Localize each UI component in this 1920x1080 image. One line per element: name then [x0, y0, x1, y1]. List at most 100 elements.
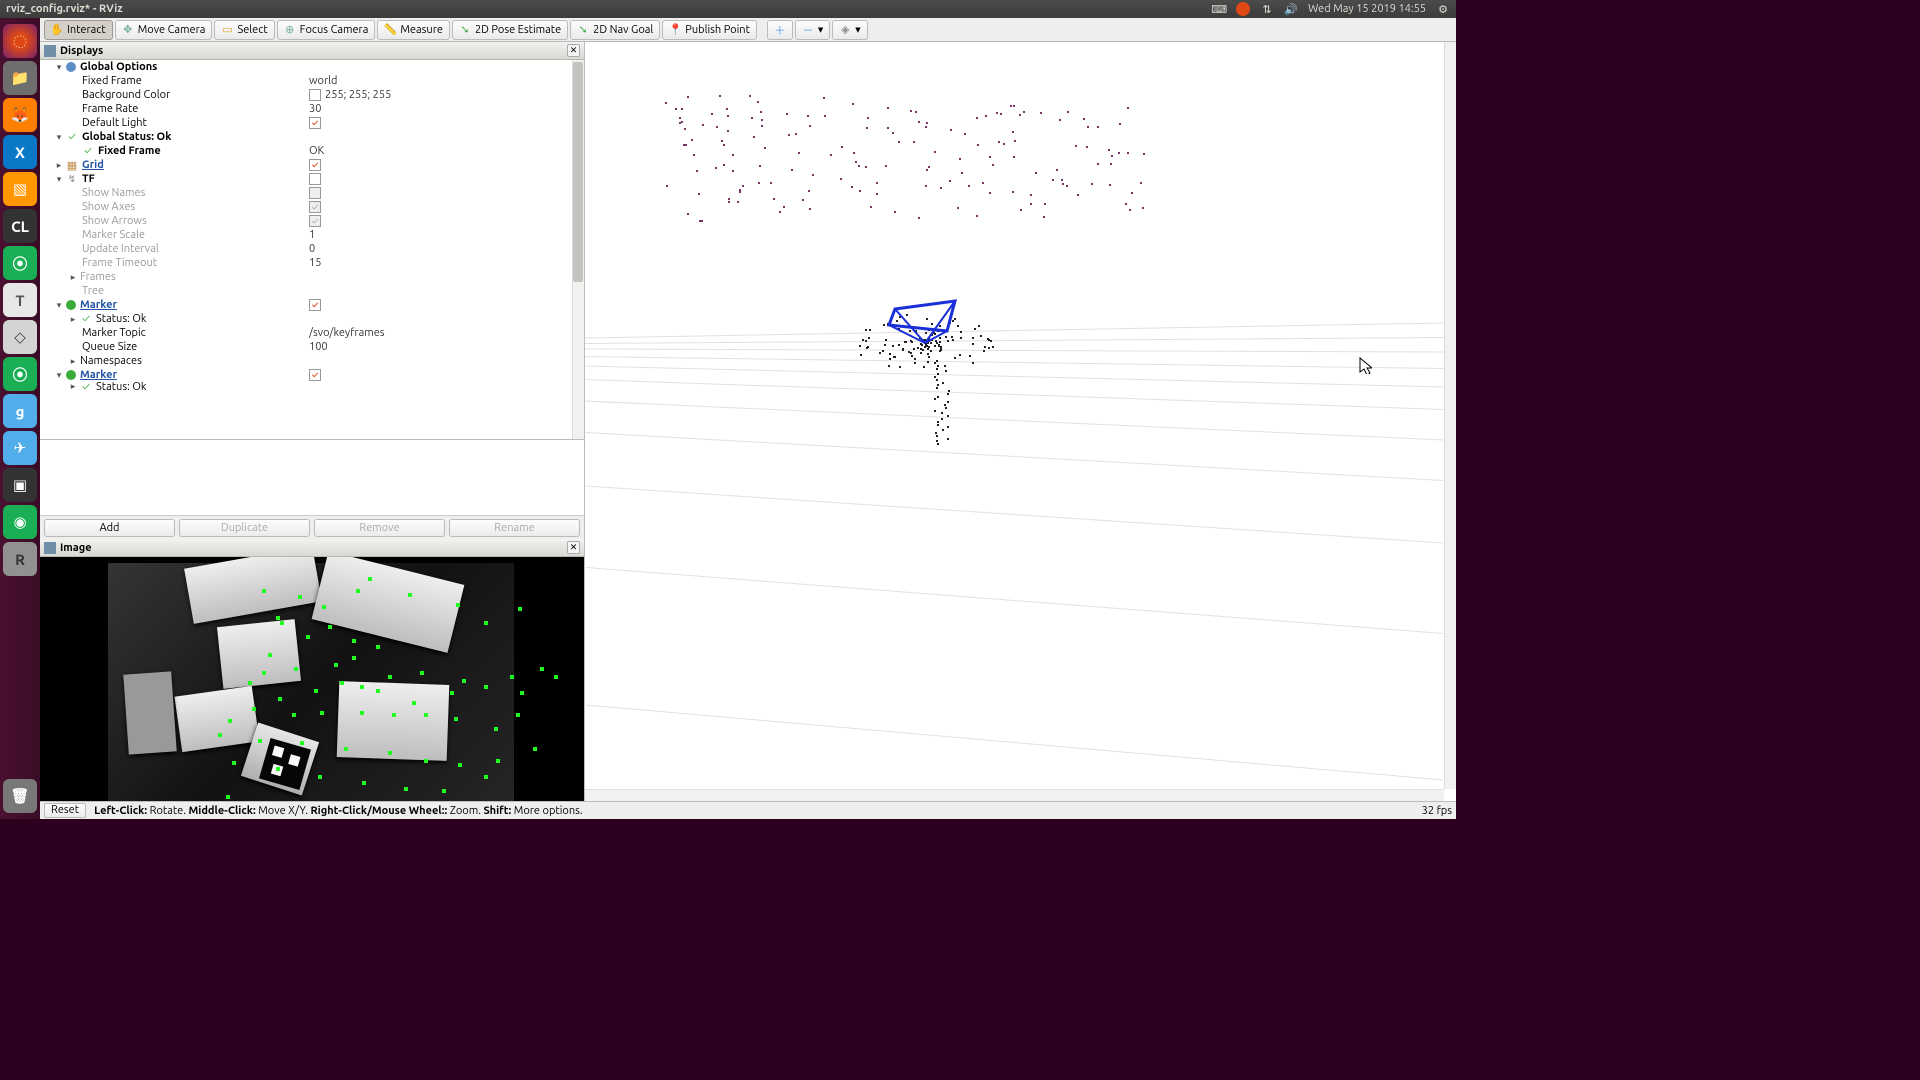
grid-line — [585, 356, 1444, 369]
scrollbar-thumb[interactable] — [573, 62, 583, 282]
launcher-chat[interactable]: g — [3, 394, 37, 428]
3d-viewport[interactable] — [585, 42, 1456, 801]
network-icon[interactable]: ⇅ — [1260, 2, 1274, 16]
scrollbar[interactable] — [572, 60, 584, 439]
map-point — [679, 117, 681, 119]
expander-icon[interactable]: ▾ — [54, 300, 64, 310]
launcher-sublime[interactable]: ▧ — [3, 172, 37, 206]
scrollbar-vertical[interactable] — [1444, 42, 1456, 789]
map-point — [1087, 126, 1089, 128]
tool-move-camera[interactable]: ✥Move Camera — [115, 20, 213, 40]
map-point — [1129, 209, 1131, 211]
sound-icon[interactable]: 🔊 — [1284, 2, 1298, 16]
gear-icon[interactable]: ⚙ — [1436, 2, 1450, 16]
launcher-files[interactable]: 📁 — [3, 61, 37, 95]
add-button[interactable]: Add — [44, 519, 175, 537]
tree-label[interactable]: Grid — [82, 159, 104, 171]
tool-select[interactable]: ▭Select — [214, 20, 274, 40]
keyboard-icon[interactable]: ⌨ — [1212, 2, 1226, 16]
expander-icon[interactable]: ▸ — [68, 356, 78, 366]
launcher-rviz[interactable]: R — [3, 542, 37, 576]
map-point — [988, 347, 990, 349]
image-panel-title[interactable]: Image ✕ — [40, 539, 584, 557]
launcher-gedit[interactable]: T — [3, 283, 37, 317]
tool-views[interactable]: ◈▼ — [832, 20, 867, 40]
launcher-editor[interactable]: ⦿ — [3, 357, 37, 391]
displays-panel-title[interactable]: Displays ✕ — [40, 42, 584, 60]
tool-focus-camera[interactable]: ⊕Focus Camera — [277, 20, 376, 40]
checkbox[interactable]: ✓ — [309, 117, 321, 129]
launcher-trash[interactable]: 🗑 — [3, 779, 37, 813]
tool-2d-nav[interactable]: ➘2D Nav Goal — [570, 20, 660, 40]
map-point — [1075, 145, 1077, 147]
tool-publish-point[interactable]: 📍Publish Point — [662, 20, 757, 40]
launcher-terminal[interactable]: ▣ — [3, 468, 37, 502]
tool-2d-pose[interactable]: ➘2D Pose Estimate — [452, 20, 568, 40]
map-point — [1020, 209, 1022, 211]
expander-icon[interactable]: ▾ — [54, 370, 64, 380]
feature-point — [368, 577, 372, 581]
tree-value[interactable]: world — [305, 74, 572, 88]
map-point — [885, 165, 887, 167]
map-point — [947, 401, 949, 403]
expander-icon[interactable]: ▸ — [68, 382, 78, 391]
launcher-telegram[interactable]: ✈ — [3, 431, 37, 465]
map-point — [937, 421, 939, 423]
launcher-vscode[interactable]: X — [3, 135, 37, 169]
expander-icon[interactable]: ▸ — [68, 272, 78, 282]
expander-icon[interactable]: ▾ — [54, 132, 64, 142]
checkbox[interactable] — [309, 173, 321, 185]
tree-label: Tree — [82, 285, 104, 297]
feature-point — [344, 747, 348, 751]
map-point — [865, 340, 867, 342]
tool-interact[interactable]: ✋Interact — [44, 20, 113, 40]
tree-value[interactable]: ✓ — [305, 158, 572, 172]
checkbox[interactable]: ✓ — [309, 159, 321, 171]
expander-icon[interactable]: ▾ — [54, 62, 64, 72]
tree-value[interactable]: 255; 255; 255 — [305, 88, 572, 102]
tree-value[interactable] — [305, 172, 572, 186]
tree-value[interactable]: 0 — [305, 242, 572, 256]
expander-icon[interactable]: ▾ — [54, 174, 64, 184]
map-point — [853, 152, 855, 154]
map-point — [937, 443, 939, 445]
tree-value[interactable]: 15 — [305, 256, 572, 270]
map-point — [992, 346, 994, 348]
launcher-clion[interactable]: CL — [3, 209, 37, 243]
tree-label[interactable]: Marker — [80, 299, 117, 311]
image-view[interactable] — [40, 557, 584, 801]
clock[interactable]: Wed May 15 2019 14:55 — [1308, 3, 1426, 15]
launcher-firefox[interactable]: 🦊 — [3, 98, 37, 132]
expander-icon[interactable]: ▸ — [68, 314, 78, 324]
launcher-app-green[interactable]: ⦿ — [3, 246, 37, 280]
tree-value[interactable]: 1 — [305, 228, 572, 242]
feature-point — [518, 607, 522, 611]
close-icon[interactable]: ✕ — [567, 44, 580, 57]
close-icon[interactable]: ✕ — [567, 541, 580, 554]
tree-value[interactable]: /svo/keyframes — [305, 326, 572, 340]
map-point — [1043, 216, 1045, 218]
map-point — [681, 108, 683, 110]
tree-value[interactable]: 30 — [305, 102, 572, 116]
tree-value[interactable]: 100 — [305, 340, 572, 354]
reset-button[interactable]: Reset — [44, 803, 86, 818]
map-point — [727, 130, 729, 132]
tool-measure[interactable]: 📏Measure — [377, 20, 450, 40]
tree-value[interactable]: ✓ — [305, 116, 572, 130]
session-icon[interactable] — [1236, 2, 1250, 16]
map-point — [1003, 143, 1005, 145]
scrollbar-horizontal[interactable] — [585, 789, 1444, 801]
launcher-dash[interactable]: ◌ — [3, 24, 37, 58]
checkbox[interactable]: ✓ — [309, 369, 321, 381]
map-point — [926, 122, 928, 124]
map-point — [732, 154, 734, 156]
launcher-activity[interactable]: ◉ — [3, 505, 37, 539]
checkbox[interactable]: ✓ — [309, 299, 321, 311]
launcher-devtool[interactable]: ◇ — [3, 320, 37, 354]
map-point — [702, 124, 704, 126]
tool-add[interactable]: ＋ — [767, 20, 793, 40]
expander-icon[interactable]: ▸ — [54, 160, 64, 170]
tool-remove[interactable]: －▼ — [795, 20, 830, 40]
tree-label[interactable]: Marker — [80, 369, 117, 381]
displays-tree[interactable]: ▾Global Options Fixed Frameworld Backgro… — [40, 60, 584, 439]
